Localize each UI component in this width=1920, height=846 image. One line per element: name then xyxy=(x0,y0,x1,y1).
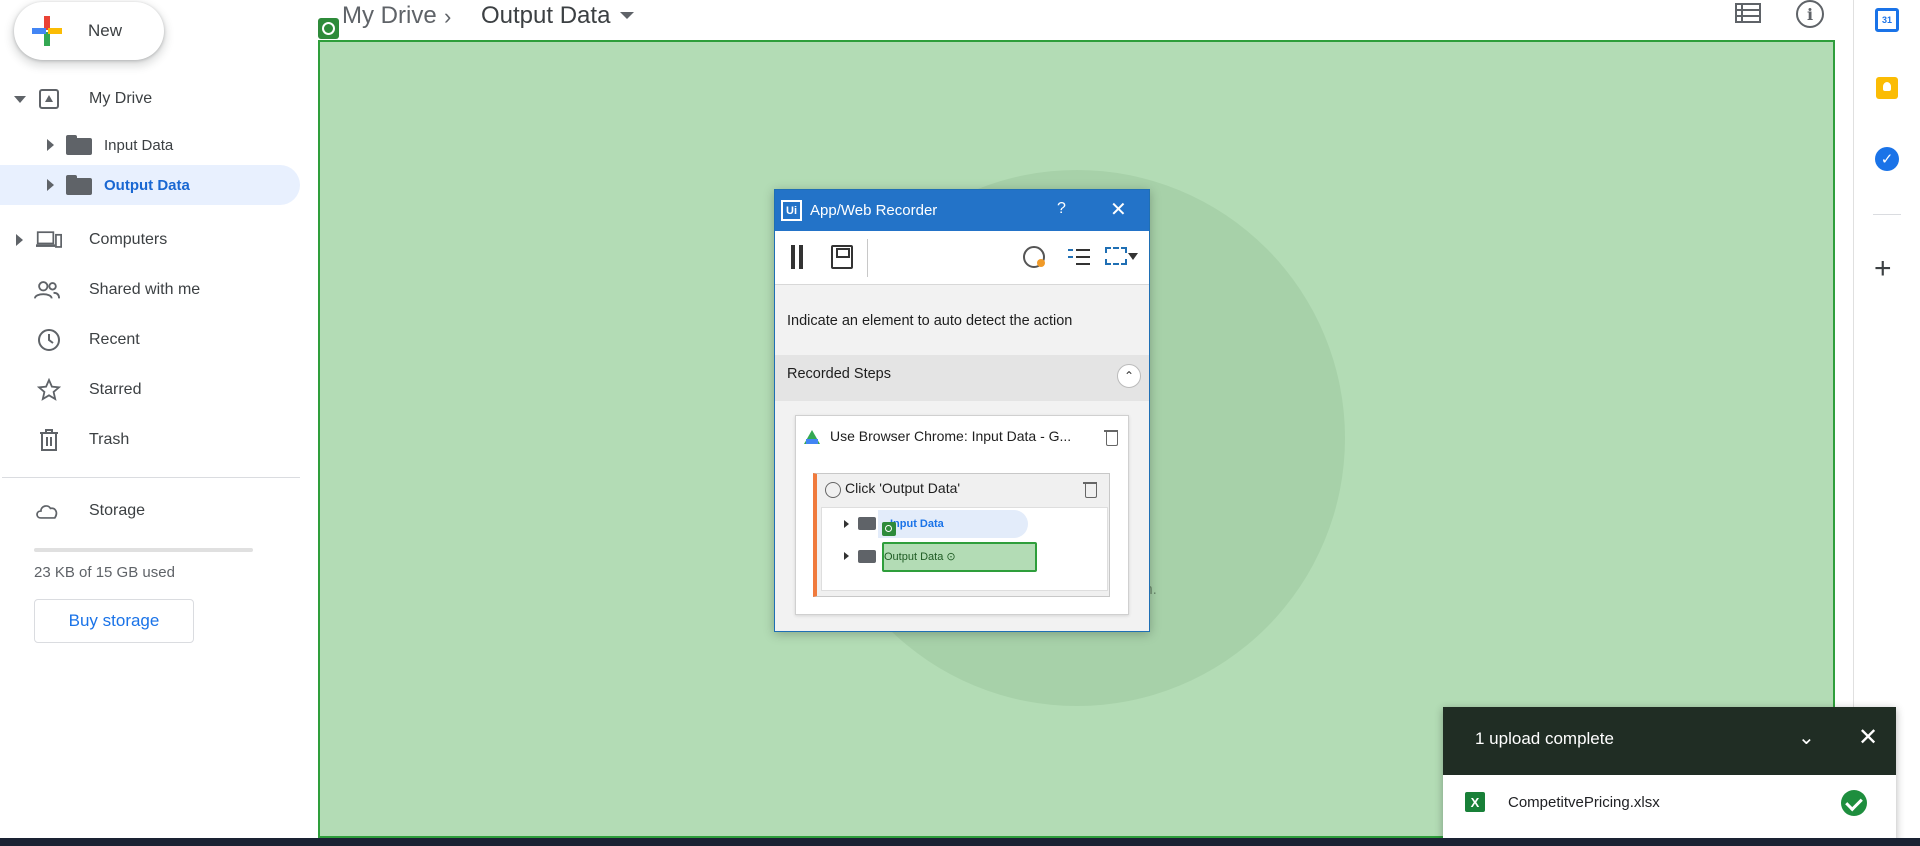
target-indicator-icon xyxy=(882,522,896,536)
sidebar-divider xyxy=(2,477,300,478)
sidebar-item-label: Shared with me xyxy=(89,281,201,298)
list-view-icon[interactable] xyxy=(1734,2,1762,26)
uploaded-file-name[interactable]: CompetitvePricing.xlsx xyxy=(1508,794,1660,811)
pause-icon[interactable] xyxy=(789,245,805,269)
cloud-icon xyxy=(34,498,60,524)
excel-file-icon: X xyxy=(1465,792,1485,812)
star-icon xyxy=(36,377,62,403)
chevron-down-icon[interactable]: ⌄ xyxy=(1798,725,1815,750)
sidebar-item-label: Starred xyxy=(89,381,142,398)
people-icon xyxy=(34,277,60,303)
keep-icon[interactable] xyxy=(1876,77,1898,99)
expand-caret-icon xyxy=(844,552,849,560)
recorder-titlebar[interactable]: Ui App/Web Recorder ? ✕ xyxy=(775,190,1149,231)
sidebar-item-starred[interactable]: Starred xyxy=(0,370,300,410)
save-icon[interactable] xyxy=(831,245,853,269)
expand-caret-icon[interactable] xyxy=(16,234,23,246)
delete-step-icon[interactable] xyxy=(1083,482,1097,498)
sidebar-item-label: Output Data xyxy=(104,176,190,194)
sidebar-item-storage[interactable]: Storage xyxy=(0,491,300,531)
sidebar-item-label: My Drive xyxy=(89,90,153,107)
sidebar-item-my-drive[interactable]: My Drive xyxy=(0,79,300,119)
close-icon[interactable]: ✕ xyxy=(1858,723,1878,752)
sidebar-item-input-data[interactable]: Input Data xyxy=(0,125,300,165)
click-step-label: Click 'Output Data' xyxy=(845,480,961,496)
upload-panel-header: 1 upload complete ⌄ ✕ xyxy=(1443,707,1896,775)
expand-caret-icon[interactable] xyxy=(47,139,54,151)
folder-icon xyxy=(66,135,92,155)
uipath-logo-icon: Ui xyxy=(781,200,802,221)
sidebar-item-computers[interactable]: Computers xyxy=(0,220,300,260)
expand-caret-icon[interactable] xyxy=(14,96,26,103)
browser-step-label: Use Browser Chrome: Input Data - G... xyxy=(830,428,1072,444)
recorder-dialog: Ui App/Web Recorder ? ✕ Indicate an elem… xyxy=(774,189,1150,632)
sidebar-item-label: Input Data xyxy=(104,136,174,154)
upload-status-panel: 1 upload complete ⌄ ✕ X CompetitvePricin… xyxy=(1443,707,1896,846)
steps-list-icon[interactable] xyxy=(1067,247,1091,267)
preview-output-data-label: Output Data ⊙ xyxy=(884,551,956,563)
expand-caret-icon[interactable] xyxy=(47,179,54,191)
sidebar-item-label: Recent xyxy=(89,331,140,348)
trash-icon xyxy=(36,427,62,453)
step-screenshot-preview: Input Data Output Data ⊙ xyxy=(821,507,1108,591)
sidebar-item-shared[interactable]: Shared with me xyxy=(0,270,300,310)
help-button[interactable]: ? xyxy=(1057,200,1066,218)
taskbar xyxy=(0,838,1920,846)
folder-icon xyxy=(66,175,92,195)
calendar-icon[interactable]: 31 xyxy=(1875,8,1899,32)
storage-progress-bar xyxy=(34,548,253,552)
google-drive-icon xyxy=(804,430,820,444)
chevron-down-icon[interactable] xyxy=(1128,253,1138,260)
clock-icon xyxy=(36,327,62,353)
plus-icon xyxy=(30,14,64,48)
folder-icon xyxy=(858,550,876,563)
recorder-toolbar xyxy=(775,231,1149,285)
click-action-icon xyxy=(825,482,841,498)
upload-status-title: 1 upload complete xyxy=(1475,729,1614,748)
toolbar-separator xyxy=(867,239,868,277)
breadcrumb-current-folder[interactable]: Output Data xyxy=(481,2,610,30)
sidebar-item-trash[interactable]: Trash xyxy=(0,420,300,460)
sidebar-item-label: Trash xyxy=(89,431,130,448)
check-circle-icon xyxy=(1841,790,1867,816)
breadcrumb-my-drive[interactable]: My Drive xyxy=(342,2,437,30)
side-panel-separator xyxy=(1873,214,1901,215)
sidebar-item-label: Storage xyxy=(89,502,146,519)
breadcrumb-separator-icon: › xyxy=(444,4,452,29)
collapse-button[interactable]: ⌃ xyxy=(1117,364,1141,388)
recorded-steps-title: Recorded Steps xyxy=(787,366,891,382)
click-step-card[interactable]: Click 'Output Data' Input Data Output Da… xyxy=(813,473,1110,597)
new-button-label: New xyxy=(88,21,123,40)
computers-icon xyxy=(36,227,62,253)
recorder-title: App/Web Recorder xyxy=(810,202,938,219)
delete-step-icon[interactable] xyxy=(1104,430,1118,446)
recorder-instruction: Indicate an element to auto detect the a… xyxy=(787,313,1073,329)
sidebar-item-recent[interactable]: Recent xyxy=(0,320,300,360)
tasks-icon[interactable]: ✓ xyxy=(1875,147,1899,171)
new-button[interactable]: New xyxy=(14,2,164,60)
my-drive-icon xyxy=(36,86,62,112)
storage-usage-text: 23 KB of 15 GB used xyxy=(34,564,175,581)
target-indicator-icon xyxy=(318,18,339,39)
buy-storage-button[interactable]: Buy storage xyxy=(34,599,194,643)
expand-caret-icon xyxy=(844,520,849,528)
close-button[interactable]: ✕ xyxy=(1110,197,1127,222)
add-addon-icon[interactable]: + xyxy=(1874,254,1892,284)
sidebar-item-output-data[interactable]: Output Data xyxy=(0,165,300,205)
preview-input-data-label: Input Data xyxy=(890,518,944,530)
auto-detect-icon[interactable] xyxy=(1023,246,1045,268)
recorded-steps-header: Recorded Steps ⌃ xyxy=(775,355,1149,401)
selection-mode-icon[interactable] xyxy=(1105,247,1127,265)
info-icon[interactable]: i xyxy=(1796,0,1824,28)
folder-icon xyxy=(858,517,876,530)
chevron-down-icon[interactable] xyxy=(620,12,634,19)
sidebar-item-label: Computers xyxy=(89,231,168,248)
